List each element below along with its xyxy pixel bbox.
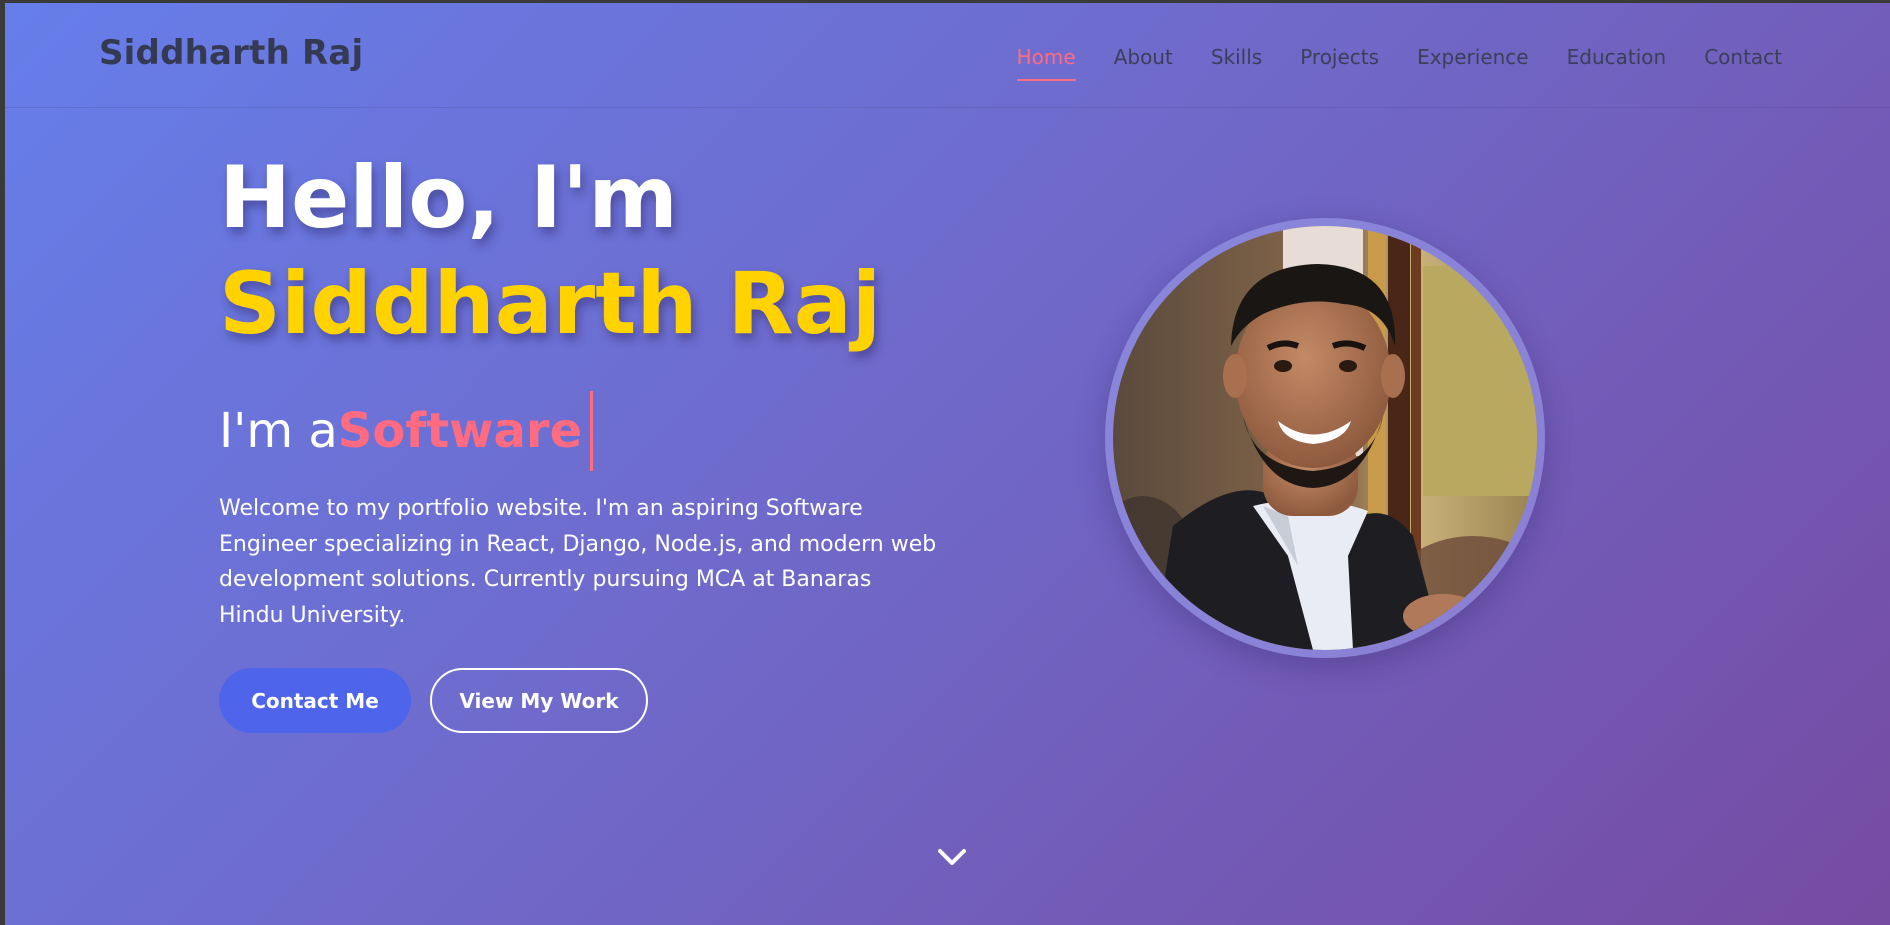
brand-logo[interactable]: Siddharth Raj: [99, 33, 363, 73]
nav-link-contact[interactable]: Contact: [1704, 45, 1782, 69]
navbar: Siddharth Raj Home About Skills Projects…: [5, 3, 1890, 108]
view-my-work-button[interactable]: View My Work: [430, 668, 648, 733]
hero-name: Siddharth Raj: [219, 254, 882, 354]
nav-links: Home About Skills Projects Experience Ed…: [979, 45, 1782, 81]
nav-link-about[interactable]: About: [1114, 45, 1173, 69]
portfolio-page: Siddharth Raj Home About Skills Projects…: [5, 3, 1890, 925]
hero-greeting: Hello, I'm: [219, 148, 678, 248]
typing-prefix: I'm a: [219, 403, 338, 459]
nav-link-skills[interactable]: Skills: [1211, 45, 1262, 69]
profile-photo-frame: [1105, 218, 1545, 658]
typing-line: I'm a Software: [219, 391, 594, 471]
profile-photo: [1113, 226, 1537, 650]
typing-cursor: [590, 391, 594, 471]
nav-link-experience[interactable]: Experience: [1417, 45, 1529, 69]
chevron-down-icon[interactable]: [935, 845, 969, 869]
hero-description: Welcome to my portfolio website. I'm an …: [219, 496, 937, 628]
typing-word: Software: [337, 403, 583, 459]
nav-link-projects[interactable]: Projects: [1300, 45, 1379, 69]
nav-link-education[interactable]: Education: [1567, 45, 1667, 69]
nav-link-home[interactable]: Home: [1016, 45, 1076, 81]
contact-me-button[interactable]: Contact Me: [219, 668, 411, 733]
